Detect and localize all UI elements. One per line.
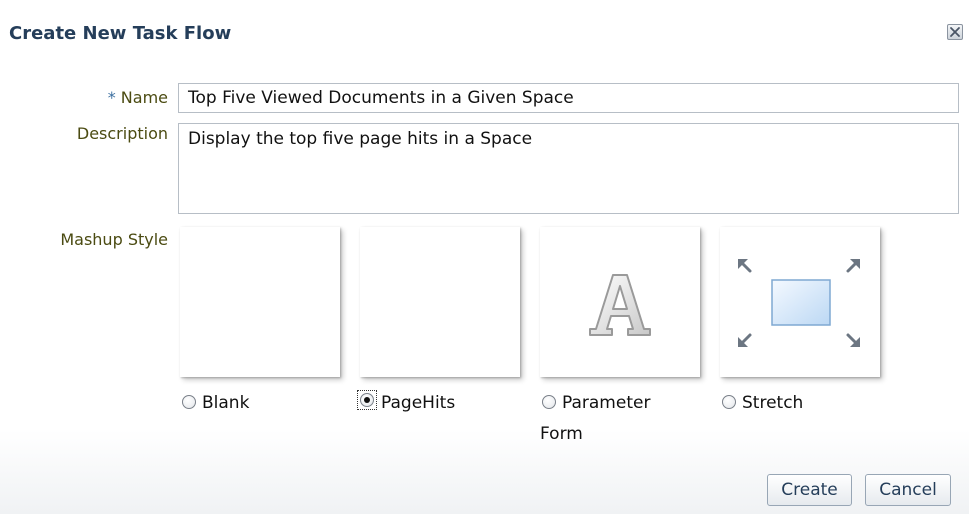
radio-label-blank: Blank	[202, 393, 250, 413]
mashup-tile-blank[interactable]	[180, 227, 340, 377]
required-mark: *	[107, 88, 116, 107]
stretch-arrows-icon	[736, 245, 864, 365]
radio-pagehits[interactable]	[360, 393, 374, 407]
mashup-tile-stretch[interactable]	[720, 227, 880, 377]
letter-a-icon	[586, 269, 654, 343]
name-label-text: Name	[120, 88, 168, 107]
radio-label-pagehits: PageHits	[381, 393, 456, 413]
radio-option-stretch[interactable]: Stretch	[722, 392, 803, 414]
radio-option-parameter-form[interactable]: Parameter	[542, 392, 650, 414]
name-label: * Name	[70, 88, 168, 107]
radio-label-parameter-form: Parameter	[562, 393, 651, 413]
mashup-tile-pagehits[interactable]	[360, 227, 520, 377]
radio-label-stretch: Stretch	[742, 393, 804, 413]
dialog-title: Create New Task Flow	[9, 23, 232, 44]
mashup-style-label: Mashup Style	[60, 230, 168, 249]
close-button[interactable]	[947, 24, 963, 40]
name-input[interactable]: Top Five Viewed Documents in a Given Spa…	[178, 83, 959, 113]
mashup-tile-parameter-form[interactable]	[540, 227, 700, 377]
radio-focus-ring	[357, 390, 377, 410]
description-label: Description	[76, 124, 168, 143]
radio-parameter-form[interactable]	[542, 395, 556, 409]
description-textarea[interactable]: Display the top five page hits in a Spac…	[178, 123, 959, 214]
radio-blank[interactable]	[182, 395, 196, 409]
create-task-flow-dialog: Create New Task Flow * Name Top Five Vie…	[0, 0, 969, 514]
close-icon	[948, 25, 962, 39]
create-button[interactable]: Create	[767, 474, 852, 506]
radio-option-blank[interactable]: Blank	[182, 392, 249, 414]
radio-stretch[interactable]	[722, 395, 736, 409]
radio-label-parameter-form-line2: Form	[540, 424, 583, 444]
radio-option-pagehits[interactable]: PageHits	[357, 390, 455, 414]
cancel-button[interactable]: Cancel	[865, 474, 951, 506]
